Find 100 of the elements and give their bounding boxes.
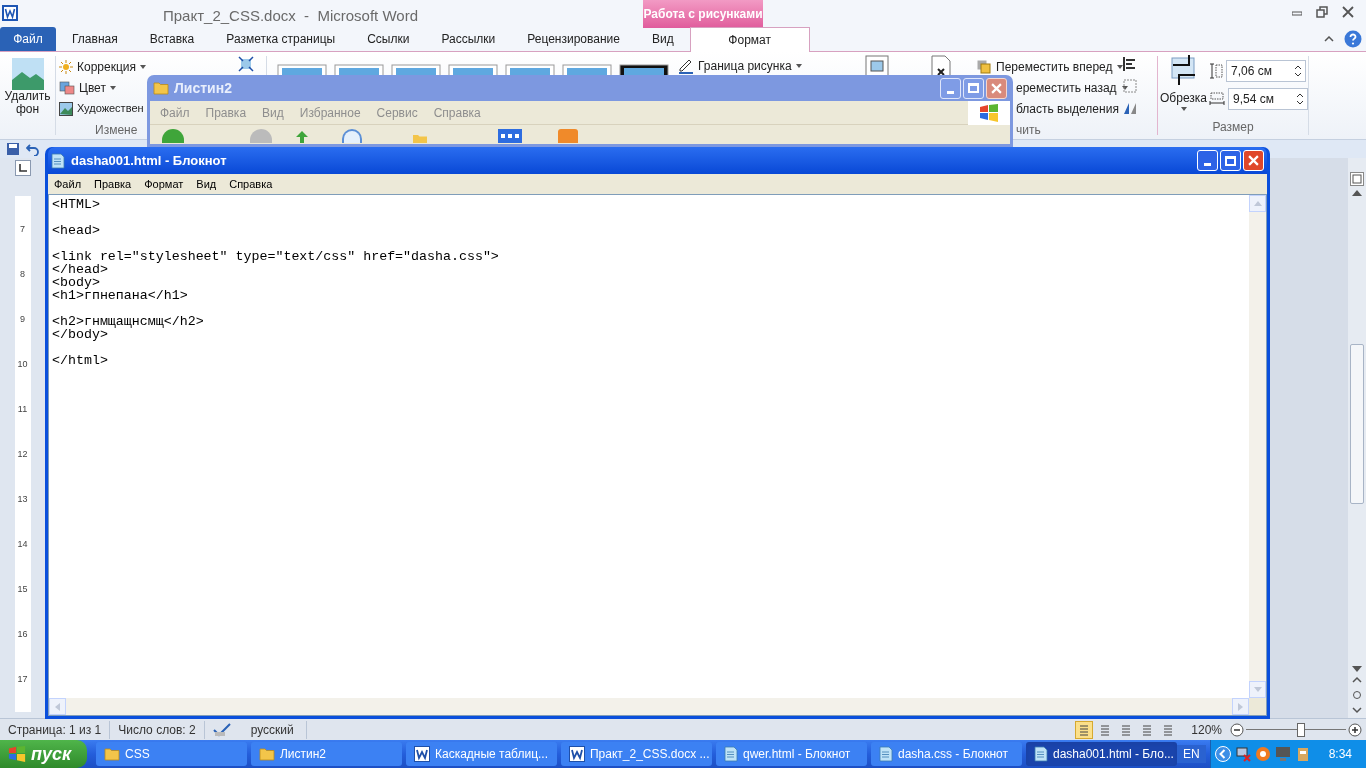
notepad-icon bbox=[51, 152, 65, 169]
close-icon[interactable] bbox=[1342, 6, 1354, 18]
taskbar-button[interactable]: CSS bbox=[95, 742, 247, 766]
bring-forward-button[interactable]: Переместить вперед bbox=[996, 57, 1113, 76]
tray-app-icon[interactable] bbox=[1254, 746, 1271, 762]
code-line: </html> bbox=[52, 353, 108, 368]
network-icon[interactable] bbox=[1234, 746, 1251, 762]
taskbar-button[interactable]: qwer.html - Блокнот bbox=[715, 742, 867, 766]
ribbon-tab[interactable]: Формат bbox=[689, 27, 810, 52]
scroll-down-icon[interactable] bbox=[1352, 666, 1362, 672]
landscape-icon bbox=[11, 58, 44, 90]
caret-icon bbox=[1180, 107, 1187, 111]
taskbar-button[interactable]: Практ_2_CSS.docx ... bbox=[560, 742, 712, 766]
zoom-out-icon[interactable] bbox=[1230, 722, 1244, 737]
monitor-icon[interactable] bbox=[1274, 746, 1291, 762]
compress-icon[interactable] bbox=[238, 56, 254, 72]
code-line: <h2>гнмщащнсмщ</h2> bbox=[52, 314, 204, 329]
width-icon bbox=[1209, 92, 1225, 106]
ribbon-tab[interactable]: Рецензирование bbox=[511, 27, 636, 51]
restore-icon[interactable] bbox=[1316, 6, 1328, 18]
tab-selector-icon[interactable] bbox=[14, 160, 31, 176]
spinner-icon[interactable] bbox=[1296, 92, 1304, 106]
help-icon[interactable] bbox=[1344, 30, 1362, 48]
scrollbar-thumb[interactable] bbox=[1350, 344, 1364, 504]
folder-icon bbox=[153, 81, 169, 95]
collapse-ribbon-icon[interactable] bbox=[1324, 36, 1334, 42]
caret-icon bbox=[1117, 64, 1124, 69]
ribbon-tab[interactable]: Ссылки bbox=[351, 27, 426, 51]
menu-item[interactable]: Файл bbox=[54, 175, 82, 193]
browse-object-icon[interactable] bbox=[1352, 690, 1362, 700]
code-line: <body> bbox=[52, 275, 100, 290]
ruler-number: 8 bbox=[20, 268, 25, 281]
size-grip[interactable] bbox=[1249, 698, 1266, 715]
send-backward-button[interactable]: ереместить назад bbox=[1016, 79, 1117, 97]
taskbar-button[interactable]: Каскадные таблиц... bbox=[405, 742, 557, 766]
menu-item[interactable]: Правка bbox=[94, 175, 132, 193]
code-line: </body> bbox=[52, 327, 108, 342]
language-status[interactable]: русский bbox=[238, 720, 307, 739]
ruler-number: 12 bbox=[17, 448, 28, 461]
windows-logo-icon bbox=[979, 102, 999, 123]
ruler-number: 7 bbox=[20, 223, 25, 236]
ribbon-tab[interactable]: Разметка страницы bbox=[210, 27, 352, 51]
picture-position-icon[interactable] bbox=[865, 55, 889, 75]
chevron-left-icon[interactable] bbox=[1214, 746, 1231, 762]
proofing-icon[interactable] bbox=[212, 722, 231, 737]
artistic-effects-icon bbox=[59, 101, 73, 116]
remove-background-button[interactable]: Удалить фон bbox=[0, 52, 55, 139]
picture-border-button[interactable]: Граница рисунка bbox=[698, 57, 792, 75]
page-count[interactable]: Страница: 1 из 1 bbox=[0, 720, 111, 739]
ribbon-tab[interactable]: Рассылки bbox=[425, 27, 512, 51]
close-button[interactable] bbox=[986, 77, 1007, 99]
menu-item[interactable]: Справка bbox=[229, 175, 273, 193]
ruler-number: 17 bbox=[17, 673, 28, 686]
width-field[interactable]: 9,54 см bbox=[1228, 88, 1308, 110]
crop-button[interactable]: Обрезка bbox=[1160, 89, 1207, 107]
align-icon[interactable] bbox=[1122, 56, 1138, 72]
maximize-button[interactable] bbox=[963, 77, 984, 99]
notepad-icon bbox=[723, 746, 738, 762]
code-line: <link rel="stylesheet" type="text/css" href="dasha.css"> bbox=[52, 249, 499, 264]
corrections-button[interactable]: Коррекция bbox=[77, 57, 136, 76]
caret-icon bbox=[795, 64, 802, 68]
contextual-tab-header: Работа с рисунками bbox=[643, 0, 763, 28]
code-line: <h1>гпнепана</h1> bbox=[52, 288, 188, 303]
taskbar-button[interactable]: dasha.css - Блокнот bbox=[870, 742, 1022, 766]
zoom-slider-thumb[interactable] bbox=[1297, 722, 1305, 737]
taskbar-button[interactable]: Листин2 bbox=[250, 742, 402, 766]
zoom-in-icon[interactable] bbox=[1348, 722, 1362, 737]
views-icon[interactable] bbox=[498, 129, 522, 143]
notepad-icon bbox=[878, 746, 893, 762]
group-icon[interactable] bbox=[1122, 78, 1138, 94]
close-icon bbox=[1248, 155, 1259, 166]
next-page-icon[interactable] bbox=[1352, 704, 1362, 714]
input-language[interactable]: EN bbox=[1176, 745, 1206, 763]
word-count[interactable]: Число слов: 2 bbox=[110, 720, 205, 739]
height-field[interactable]: 7,06 см bbox=[1226, 60, 1306, 82]
ribbon-tab[interactable]: Главная bbox=[56, 27, 134, 51]
view-mode-button[interactable] bbox=[1075, 720, 1094, 739]
color-button[interactable]: Цвет bbox=[79, 78, 106, 97]
taskbar-button[interactable]: dasha001.html - Бло... bbox=[1025, 742, 1177, 766]
zoom-level[interactable]: 120% bbox=[1191, 720, 1222, 739]
back-icon[interactable] bbox=[162, 129, 184, 143]
text-wrap-icon[interactable] bbox=[929, 55, 953, 75]
menu-item[interactable]: Формат bbox=[144, 175, 184, 193]
ribbon-tab[interactable]: Вставка bbox=[133, 27, 211, 51]
spinner-icon[interactable] bbox=[1294, 64, 1302, 78]
artistic-effects-button[interactable]: Художествен bbox=[77, 100, 144, 117]
search-icon[interactable] bbox=[342, 129, 362, 143]
file-tab[interactable]: Файл bbox=[0, 27, 56, 51]
ruler-view-icon[interactable] bbox=[1350, 172, 1364, 186]
caret-icon bbox=[1121, 86, 1128, 90]
pen-icon bbox=[678, 58, 694, 74]
save-icon[interactable] bbox=[6, 142, 20, 156]
page-view-icon bbox=[1078, 723, 1091, 736]
height-icon bbox=[1209, 63, 1223, 79]
menu-item[interactable]: Вид bbox=[196, 175, 217, 193]
undo-icon[interactable] bbox=[26, 142, 40, 156]
ribbon-tab[interactable]: Вид bbox=[635, 27, 690, 51]
zoom-slider[interactable] bbox=[1246, 722, 1346, 737]
scroll-up-icon[interactable] bbox=[1352, 190, 1362, 196]
selection-pane-button[interactable]: бласть выделения bbox=[1016, 100, 1119, 119]
